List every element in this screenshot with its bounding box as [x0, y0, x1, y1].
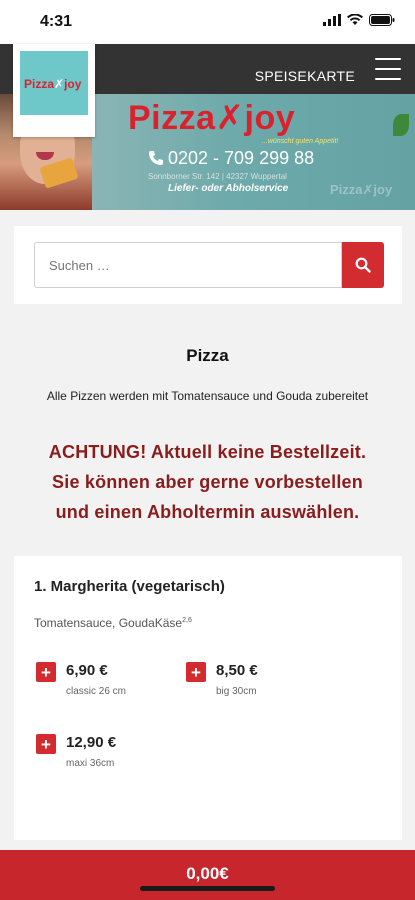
price-size: big 30cm: [216, 686, 257, 697]
status-time: 4:31: [40, 13, 73, 30]
price-option: + 12,90 € maxi 36cm: [36, 734, 116, 769]
search-icon: [355, 257, 371, 273]
cart-bar[interactable]: 0,00€: [0, 850, 415, 900]
price-value: 6,90 €: [66, 662, 108, 679]
home-indicator: [140, 886, 275, 891]
phone-icon: [149, 150, 163, 165]
price-value: 12,90 €: [66, 734, 117, 751]
banner-watermark: Pizza✗joy: [330, 182, 393, 197]
price-size: maxi 36cm: [66, 758, 115, 769]
add-to-cart-button[interactable]: +: [36, 734, 56, 754]
banner-phone-number: 0202 - 709 299 88: [168, 148, 315, 168]
add-to-cart-button[interactable]: +: [36, 662, 56, 682]
logo[interactable]: Pizza✗joy: [13, 44, 95, 137]
cart-total: 0,00€: [186, 864, 229, 883]
battery-icon: [369, 14, 395, 26]
logo-image: Pizza✗joy: [20, 51, 88, 115]
banner-service: Liefer- oder Abholservice: [168, 183, 289, 194]
banner-address: Sonnborner Str. 142 | 42327 Wuppertal: [148, 172, 287, 181]
signal-icon: [323, 14, 341, 26]
product-ingredients: Tomatensauce, GoudaKäse2,6: [34, 616, 192, 630]
notice-line-2: Sie können aber gerne vorbestellen: [52, 472, 363, 492]
product-card: 1. Margherita (vegetarisch) Tomatensauce…: [14, 556, 402, 840]
price-value: 8,50 €: [216, 662, 258, 679]
price-option: + 6,90 € classic 26 cm: [36, 662, 126, 697]
add-to-cart-button[interactable]: +: [186, 662, 206, 682]
search-button[interactable]: [342, 242, 384, 288]
search-card: [14, 226, 402, 304]
menu-title[interactable]: SPEISEKARTE: [255, 68, 355, 84]
logo-text: Pizza✗joy: [24, 77, 82, 91]
banner-brand: Pizza✗joy: [128, 99, 296, 137]
hamburger-menu-icon[interactable]: [375, 58, 401, 80]
search-input[interactable]: [34, 242, 342, 288]
allergen-note: 2,6: [182, 617, 192, 624]
price-size: classic 26 cm: [66, 686, 127, 697]
banner-tagline: ...wünscht guten Appetit!: [262, 138, 339, 145]
wifi-icon: [347, 14, 363, 25]
category-title: Pizza: [186, 346, 229, 365]
notice-line-1: ACHTUNG! Aktuell keine Bestellzeit.: [48, 442, 367, 462]
price-option: + 8,50 € big 30cm: [186, 662, 258, 697]
category-description: Alle Pizzen werden mit Tomatensauce und …: [46, 389, 369, 403]
status-bar: 4:31: [0, 0, 415, 44]
status-icons: [323, 14, 395, 26]
banner-phone: 0202 - 709 299 88: [148, 148, 314, 169]
order-time-notice: ACHTUNG! Aktuell keine Bestellzeit. Sie …: [10, 437, 405, 527]
leaf-decoration: [393, 114, 409, 136]
product-name: 1. Margherita (vegetarisch): [34, 578, 225, 595]
notice-line-3: und einen Abholtermin auswählen.: [55, 502, 360, 522]
